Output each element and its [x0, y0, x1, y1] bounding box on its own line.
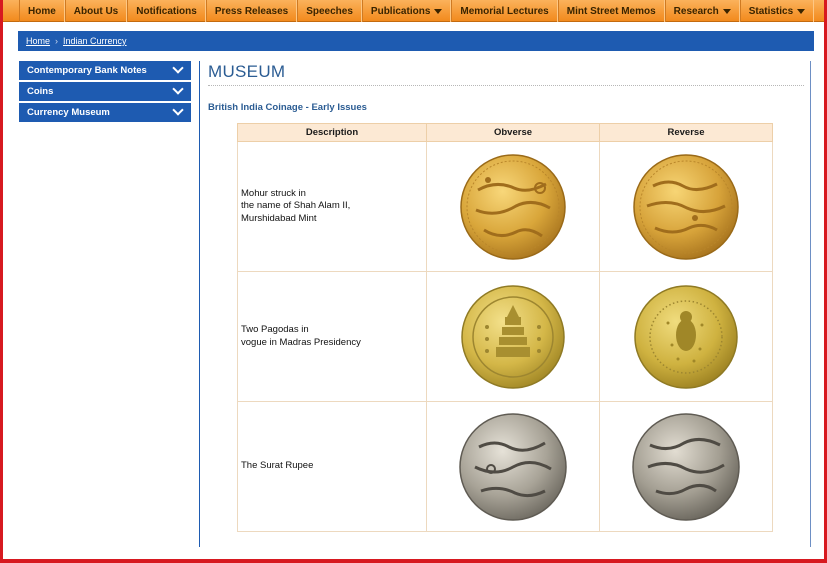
- breadcrumb-current-link[interactable]: Indian Currency: [63, 36, 127, 46]
- nav-statistics[interactable]: Statistics: [739, 0, 815, 22]
- two-pagodas-reverse-image: [634, 284, 738, 389]
- column-header-reverse: Reverse: [599, 123, 773, 142]
- gold-mohur-reverse-image: [633, 153, 739, 260]
- table-header-row: Description Obverse Reverse: [237, 123, 773, 142]
- section-subtitle: British India Coinage - Early Issues: [208, 102, 367, 113]
- sidebar-item-coins[interactable]: Coins: [19, 82, 191, 101]
- nav-home[interactable]: Home: [19, 0, 65, 22]
- nav-about-us[interactable]: About Us: [64, 0, 128, 22]
- nav-mint-street-memos[interactable]: Mint Street Memos: [557, 0, 665, 22]
- top-nav: Home About Us Notifications Press Releas…: [3, 0, 824, 22]
- nav-memorial-lectures[interactable]: Memorial Lectures: [451, 0, 558, 22]
- nav-notifications[interactable]: Notifications: [127, 0, 206, 22]
- content-divider-right: [810, 61, 811, 547]
- table-row: Two Pagodas in vogue in Madras Presidenc…: [237, 271, 773, 402]
- surat-rupee-obverse-image: [459, 412, 567, 521]
- two-pagodas-obverse-image: [461, 284, 565, 389]
- coin-obverse-cell: [426, 401, 600, 532]
- title-divider: [208, 85, 804, 86]
- nav-speeches[interactable]: Speeches: [297, 0, 362, 22]
- coin-table: Description Obverse Reverse Mohur struck…: [237, 123, 773, 532]
- coin-description: The Surat Rupee: [237, 401, 427, 532]
- coin-description: Mohur struck in the name of Shah Alam II…: [237, 141, 427, 272]
- breadcrumb-home-link[interactable]: Home: [26, 36, 50, 46]
- coin-reverse-cell: [599, 141, 773, 272]
- surat-rupee-reverse-image: [632, 412, 740, 521]
- gold-mohur-obverse-image: [460, 153, 566, 260]
- table-row: Mohur struck in the name of Shah Alam II…: [237, 141, 773, 272]
- table-row: The Surat Rupee: [237, 401, 773, 532]
- column-header-description: Description: [237, 123, 427, 142]
- sidebar: Contemporary Bank Notes Coins Currency M…: [19, 61, 191, 124]
- coin-obverse-cell: [426, 141, 600, 272]
- breadcrumb: Home › Indian Currency: [18, 31, 814, 51]
- caret-down-icon: [797, 9, 806, 14]
- coin-obverse-cell: [426, 271, 600, 402]
- coin-description: Two Pagodas in vogue in Madras Presidenc…: [237, 271, 427, 402]
- nav-publications[interactable]: Publications: [361, 0, 452, 22]
- nav-press-releases[interactable]: Press Releases: [205, 0, 298, 22]
- sidebar-item-currency-museum[interactable]: Currency Museum: [19, 103, 191, 122]
- page-title: MUSEUM: [208, 62, 286, 81]
- chevron-down-icon: [172, 62, 184, 74]
- chevron-down-icon: [172, 104, 184, 116]
- column-header-obverse: Obverse: [426, 123, 600, 142]
- chevron-down-icon: [172, 83, 184, 95]
- nav-research[interactable]: Research: [664, 0, 740, 22]
- caret-down-icon: [722, 9, 731, 14]
- caret-down-icon: [434, 9, 443, 14]
- breadcrumb-separator: ›: [55, 36, 59, 46]
- coin-reverse-cell: [599, 271, 773, 402]
- coin-reverse-cell: [599, 401, 773, 532]
- sidebar-item-contemporary-bank-notes[interactable]: Contemporary Bank Notes: [19, 61, 191, 80]
- content-divider-left: [199, 61, 200, 547]
